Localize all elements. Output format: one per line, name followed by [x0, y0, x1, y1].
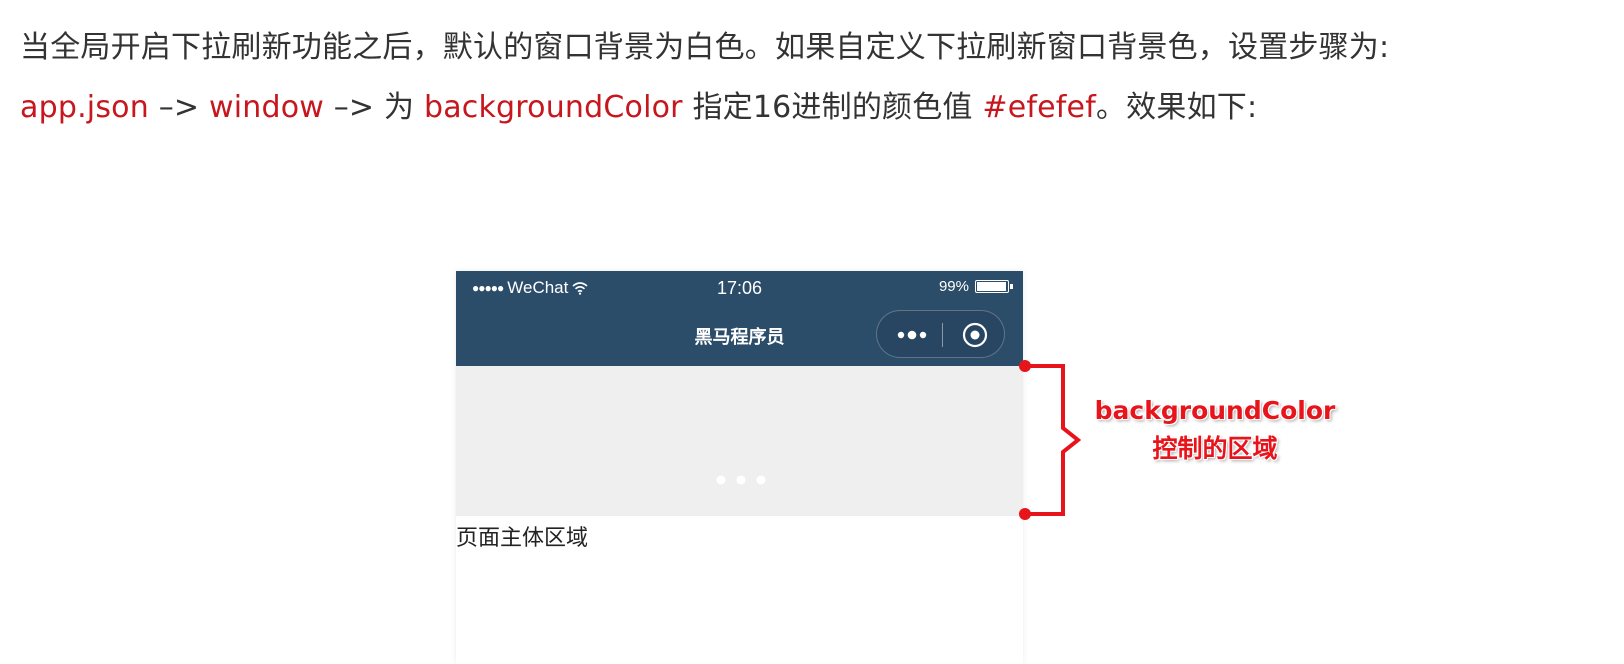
phone-screenshot: ●●●●● WeChat 17:06 99% 黑马程序员 页面主体区域	[456, 271, 1023, 664]
status-bar: ●●●●● WeChat 17:06 99%	[456, 271, 1023, 307]
body-text: 页面主体区域	[456, 526, 589, 551]
arrow-text-1: –>	[148, 90, 209, 125]
code-app-json: app.json	[20, 90, 149, 125]
paragraph-line-2: app.json –> window –> 为 backgroundColor …	[20, 78, 1610, 138]
annotation-label-line1: backgroundColor	[1094, 396, 1336, 425]
pull-refresh-area	[456, 366, 1023, 516]
close-icon[interactable]	[961, 321, 989, 349]
code-color-value: #efefef	[982, 90, 1096, 125]
annotation-label: backgroundColor 控制的区域	[1080, 392, 1350, 468]
loading-dots-icon	[716, 475, 766, 485]
battery-icon	[975, 280, 1013, 293]
status-right: 99%	[938, 278, 1013, 295]
capsule-menu[interactable]	[876, 310, 1005, 358]
article-text: 当全局开启下拉刷新功能之后，默认的窗口背景为白色。如果自定义下拉刷新窗口背景色，…	[20, 18, 1610, 138]
code-window: window	[208, 90, 324, 125]
description-text: 指定16进制的颜色值	[682, 90, 983, 125]
arrow-text-2: –> 为	[324, 90, 424, 125]
navigation-bar: ●●●●● WeChat 17:06 99% 黑马程序员	[456, 271, 1023, 366]
more-icon[interactable]	[892, 323, 932, 347]
capsule-divider	[942, 323, 943, 347]
battery-percent: 99%	[938, 278, 969, 295]
ending-text: 。效果如下:	[1095, 90, 1258, 125]
status-time: 17:06	[716, 278, 763, 298]
annotation-label-line2: 控制的区域	[1152, 434, 1278, 463]
paragraph-line-1: 当全局开启下拉刷新功能之后，默认的窗口背景为白色。如果自定义下拉刷新窗口背景色，…	[20, 30, 1390, 65]
page-body: 页面主体区域	[456, 516, 1023, 664]
code-background-color: backgroundColor	[423, 90, 683, 125]
